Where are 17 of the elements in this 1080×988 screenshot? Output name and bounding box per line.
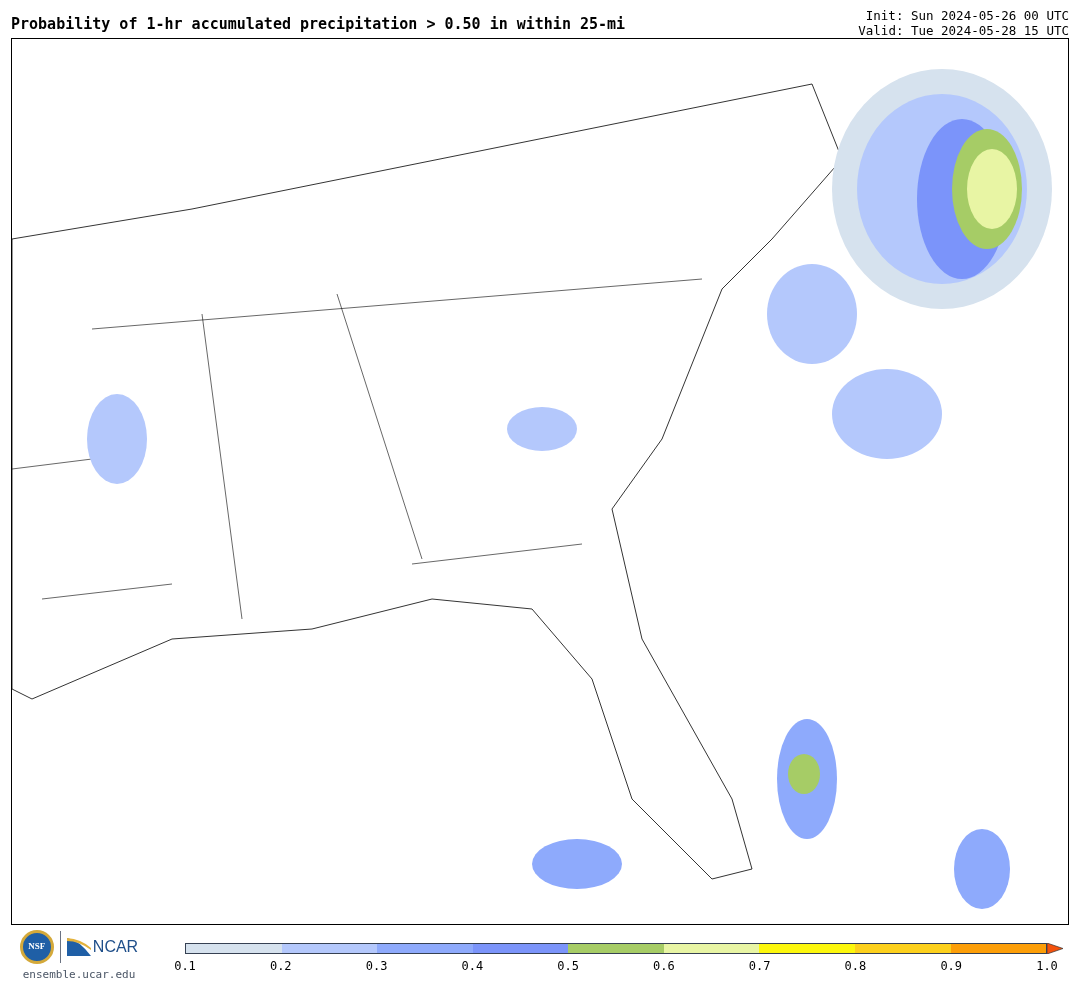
tick-label: 1.0 [1036, 960, 1058, 972]
ncar-logo: NCAR [66, 935, 139, 959]
nsf-logo: NSF [19, 930, 54, 964]
tick-label: 0.8 [844, 960, 867, 972]
chart-title: Probability of 1-hr accumulated precipitation > 0.50 in within 25-mi [11, 17, 626, 35]
tick-label: 0.4 [461, 960, 484, 972]
tick-label: 0.2 [269, 960, 292, 972]
tick-label: 0.3 [365, 960, 388, 972]
valid-time: Valid: Tue 2024-05-28 15 UTC [858, 23, 1069, 38]
tick-label: 0.1 [174, 960, 196, 972]
init-time: Init: Sun 2024-05-26 00 UTC [865, 8, 1069, 23]
ncar-swoosh-icon [66, 938, 91, 956]
website-url: ensemble.ucar.edu [22, 967, 136, 983]
tick-label: 0.5 [557, 960, 579, 972]
tick-label: 0.6 [653, 960, 675, 972]
tick-label: 0.7 [748, 960, 771, 972]
tick-label: 0.9 [940, 960, 963, 972]
